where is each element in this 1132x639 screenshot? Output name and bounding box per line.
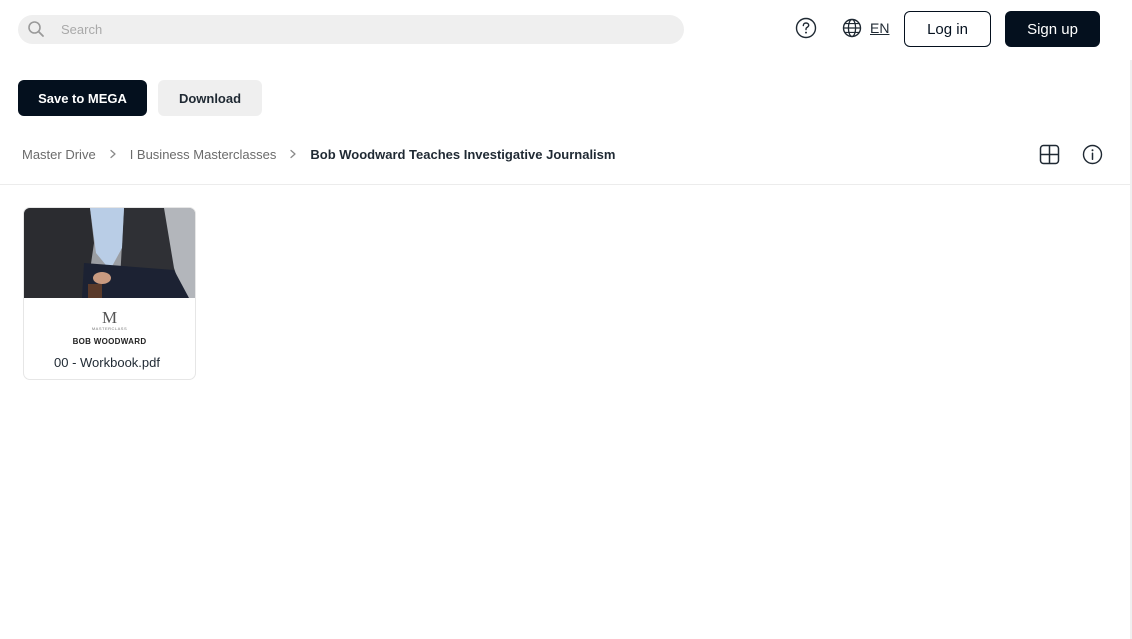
breadcrumb: Master Drive I Business Masterclasses Bo… [22, 145, 615, 163]
breadcrumb-item-master-drive[interactable]: Master Drive [22, 147, 96, 162]
search-input[interactable] [61, 15, 661, 44]
globe-icon[interactable] [842, 18, 862, 38]
chevron-right-icon [288, 149, 298, 159]
signup-button[interactable]: Sign up [1005, 11, 1100, 47]
thumbnail-title: BOB WOODWARD [72, 337, 147, 346]
help-icon[interactable] [795, 17, 817, 39]
download-button[interactable]: Download [158, 80, 262, 116]
search-icon [27, 20, 45, 38]
login-button[interactable]: Log in [904, 11, 991, 47]
page: EN Log in Sign up Save to MEGA Download … [0, 0, 1132, 639]
thumbnail-photo [24, 208, 195, 298]
grid-view-icon[interactable] [1039, 144, 1060, 165]
chevron-right-icon [108, 149, 118, 159]
file-name-label: 00 - Workbook.pdf [38, 351, 174, 373]
save-to-mega-button[interactable]: Save to MEGA [18, 80, 147, 116]
search-bar[interactable] [18, 15, 684, 44]
file-card[interactable]: M MASTERCLASS BOB WOODWARD 00 - Workbook… [23, 207, 196, 380]
header-divider [0, 184, 1130, 185]
thumbnail-brand-text: MASTERCLASS [91, 326, 128, 331]
masterclass-logo: M [101, 308, 118, 327]
info-icon[interactable] [1082, 144, 1103, 165]
language-selector[interactable]: EN [870, 20, 889, 36]
breadcrumb-item-current-folder: Bob Woodward Teaches Investigative Journ… [310, 146, 616, 162]
breadcrumb-item-business-masterclasses[interactable]: I Business Masterclasses [130, 147, 277, 162]
